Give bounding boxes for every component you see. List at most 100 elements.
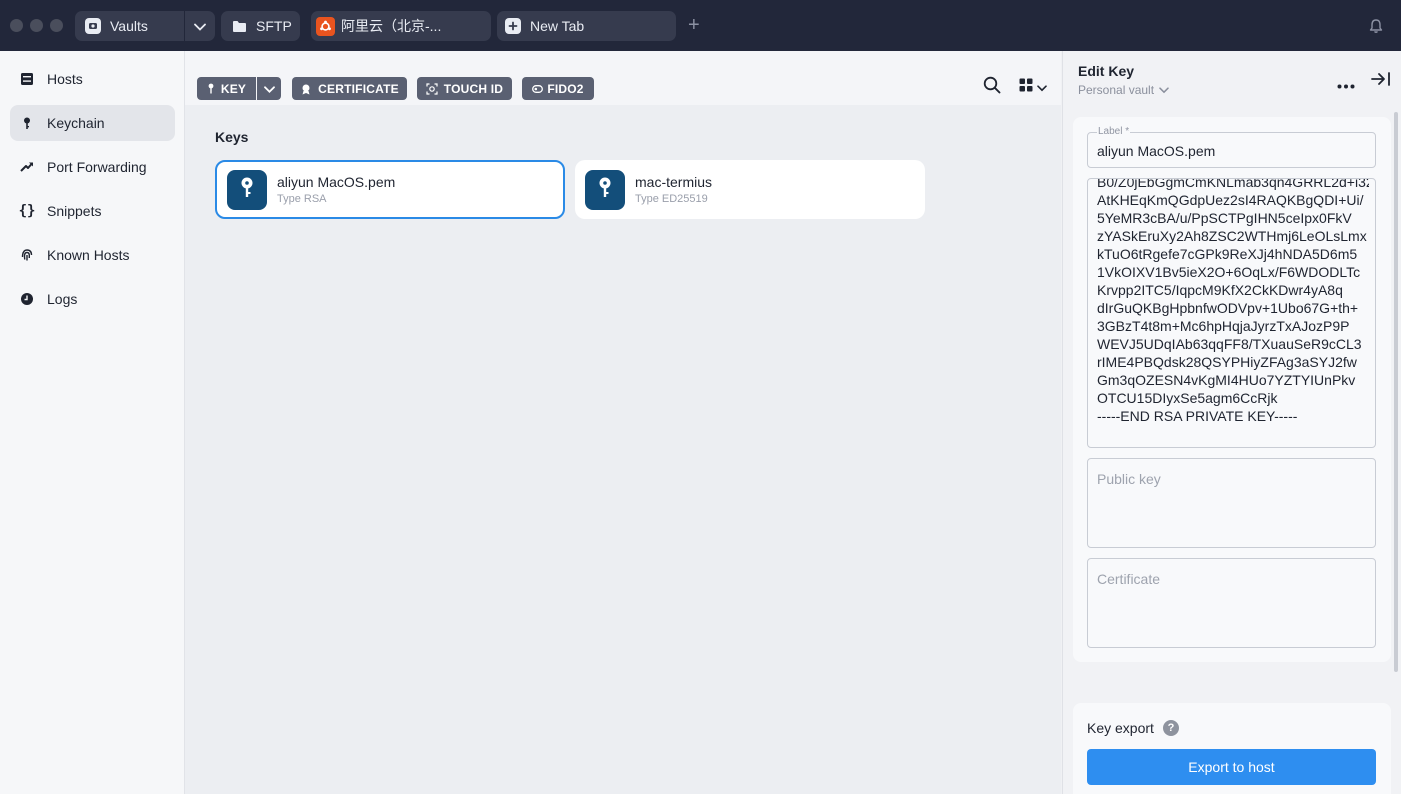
- tab-new-tab[interactable]: New Tab: [497, 11, 676, 41]
- key-export-section: Key export ? Export to host: [1073, 703, 1391, 794]
- private-key-line: zYASkEruXy2Ah8ZSC2WTHmj6LeOLsLmx: [1097, 228, 1367, 244]
- tab-vaults[interactable]: Vaults: [75, 11, 184, 41]
- edit-key-panel: Edit Key Personal vault Label * aliyun M…: [1062, 51, 1401, 794]
- sidebar-item-known-hosts[interactable]: Known Hosts: [10, 237, 175, 273]
- private-key-line: 5YeMR3cBA/u/PpSCTPgIHN5ceIpx0FkV: [1097, 210, 1352, 226]
- label-field[interactable]: Label * aliyun MacOS.pem: [1087, 126, 1376, 168]
- vault-selector[interactable]: Personal vault: [1078, 83, 1169, 97]
- key-icon: [598, 177, 612, 202]
- private-key-line: WEVJ5UDqIAb63qqFF8/TXuauSeR9cCL3: [1097, 336, 1362, 352]
- fido2-button[interactable]: FIDO2: [522, 77, 594, 100]
- sidebar-item-label: Hosts: [47, 71, 83, 87]
- key-type: Type RSA: [277, 193, 327, 205]
- search-icon[interactable]: [983, 76, 1001, 97]
- key-export-label: Key export: [1087, 720, 1154, 736]
- braces-icon: {}: [18, 203, 36, 219]
- tab-aliyun[interactable]: 阿里云（北京-...: [311, 11, 491, 41]
- touch-id-icon: [426, 82, 438, 95]
- close-window-button[interactable]: [10, 19, 23, 32]
- grid-icon: [1019, 78, 1033, 95]
- key-dropdown-button[interactable]: [257, 77, 281, 100]
- bell-icon[interactable]: [1368, 18, 1384, 37]
- zoom-window-button[interactable]: [50, 19, 63, 32]
- key-icon: [19, 115, 35, 131]
- vaults-dropdown-button[interactable]: [185, 11, 215, 41]
- tab-sftp[interactable]: SFTP: [221, 11, 300, 41]
- certificate-icon: [300, 83, 312, 95]
- private-key-field[interactable]: B0/Z0jEbGgmCmKNLmab3qn4GRRL2d+i32 AtKHEq…: [1087, 178, 1376, 448]
- private-key-line: AtKHEqKmQGdpUez2sI4RAQKBgQDI+Ui/: [1097, 192, 1364, 208]
- private-key-line: OTCU15DIyxSe5agm6CcRjk: [1097, 390, 1278, 406]
- private-key-line: rIME4PBQdsk28QSYPHiyZFAg3aSYJ2fw: [1097, 354, 1357, 370]
- sidebar-item-logs[interactable]: Logs: [10, 281, 175, 317]
- main-content: KEY CERTIFICATE TOUCH ID FIDO2 Keys aliy…: [185, 51, 1061, 794]
- sidebar-item-snippets[interactable]: {} Snippets: [10, 193, 175, 229]
- keychain-toolbar: KEY CERTIFICATE TOUCH ID FIDO2: [185, 51, 1061, 105]
- fido2-button-label: FIDO2: [547, 81, 584, 96]
- sidebar-item-port-forwarding[interactable]: Port Forwarding: [10, 149, 175, 185]
- key-name: aliyun MacOS.pem: [277, 174, 396, 190]
- public-key-placeholder: Public key: [1097, 471, 1161, 487]
- minimize-window-button[interactable]: [30, 19, 43, 32]
- key-card-aliyun[interactable]: aliyun MacOS.pem Type RSA: [215, 160, 565, 219]
- key-button-label: KEY: [220, 81, 247, 96]
- fingerprint-icon: [19, 247, 35, 263]
- touch-id-button-label: TOUCH ID: [443, 81, 504, 96]
- touch-id-button[interactable]: TOUCH ID: [417, 77, 512, 100]
- key-icon: [207, 83, 215, 94]
- view-mode-toggle[interactable]: [1019, 78, 1047, 95]
- label-field-value: aliyun MacOS.pem: [1097, 143, 1216, 159]
- private-key-line: Krvpp2ITC5/IqpcM9KfX2CkKDwr4yA8q: [1097, 282, 1343, 298]
- private-key-line: B0/Z0jEbGgmCmKNLmab3qn4GRRL2d+i32: [1097, 178, 1369, 190]
- security-key-icon: [532, 84, 544, 93]
- title-bar: Vaults SFTP 阿里云（北京-... New Tab +: [0, 0, 1401, 51]
- port-forwarding-icon: [19, 159, 35, 175]
- more-options-icon[interactable]: [1337, 76, 1355, 92]
- private-key-text: B0/Z0jEbGgmCmKNLmab3qn4GRRL2d+i32 AtKHEq…: [1097, 178, 1369, 441]
- key-form: Label * aliyun MacOS.pem B0/Z0jEbGgmCmKN…: [1073, 117, 1391, 662]
- tab-label: New Tab: [530, 18, 585, 34]
- tab-label: SFTP: [256, 18, 292, 34]
- vault-icon: [85, 18, 101, 34]
- public-key-field[interactable]: Public key: [1087, 458, 1376, 548]
- chevron-down-icon: [1159, 86, 1169, 94]
- private-key-line: Gm3qOZESN4vKgMI4HUo7YZTYIUnPkv: [1097, 372, 1356, 388]
- chevron-down-icon: [263, 82, 275, 96]
- clock-icon: [19, 291, 35, 307]
- add-tab-button[interactable]: +: [688, 15, 700, 35]
- sidebar-item-label: Port Forwarding: [47, 159, 147, 175]
- panel-scrollbar[interactable]: [1394, 112, 1398, 672]
- key-export-header: Key export ?: [1087, 720, 1179, 736]
- sidebar: Hosts Keychain Port Forwarding {} Snippe…: [0, 51, 185, 794]
- chevron-down-icon: [1037, 79, 1047, 95]
- export-to-host-button[interactable]: Export to host: [1087, 749, 1376, 785]
- private-key-line: 3GBzT4t8m+Mc6hpHqjaJyrzTxAJozP9P: [1097, 318, 1350, 334]
- key-avatar: [227, 169, 267, 210]
- certificate-button[interactable]: CERTIFICATE: [292, 77, 407, 100]
- collapse-panel-icon[interactable]: [1371, 71, 1391, 90]
- keys-section-title: Keys: [215, 129, 249, 145]
- certificate-field[interactable]: Certificate: [1087, 558, 1376, 648]
- vault-name: Personal vault: [1078, 83, 1155, 97]
- plus-square-icon: [505, 18, 521, 34]
- sidebar-item-label: Known Hosts: [47, 247, 130, 263]
- key-type: Type ED25519: [635, 193, 708, 205]
- key-card-mac-termius[interactable]: mac-termius Type ED25519: [575, 160, 925, 219]
- new-key-button[interactable]: KEY: [197, 77, 256, 100]
- sidebar-item-keychain[interactable]: Keychain: [10, 105, 175, 141]
- help-icon[interactable]: ?: [1162, 720, 1179, 736]
- private-key-line: dIrGuQKBgHpbnfwODVpv+1Ubo67G+th+: [1097, 300, 1359, 316]
- private-key-line: kTuO6tRgefe7cGPk9ReXJj4hNDA5D6m5: [1097, 246, 1358, 262]
- ubuntu-icon: [316, 16, 335, 36]
- panel-title: Edit Key: [1078, 63, 1135, 79]
- tab-label: 阿里云（北京-...: [341, 18, 442, 34]
- certificate-placeholder: Certificate: [1097, 571, 1161, 587]
- key-name: mac-termius: [635, 174, 713, 190]
- key-avatar: [585, 169, 625, 210]
- sidebar-item-label: Snippets: [47, 203, 102, 219]
- key-icon: [240, 177, 254, 202]
- sidebar-item-label: Logs: [47, 291, 78, 307]
- certificate-button-label: CERTIFICATE: [318, 81, 399, 96]
- sidebar-item-hosts[interactable]: Hosts: [10, 61, 175, 97]
- label-field-label: Label *: [1097, 126, 1131, 137]
